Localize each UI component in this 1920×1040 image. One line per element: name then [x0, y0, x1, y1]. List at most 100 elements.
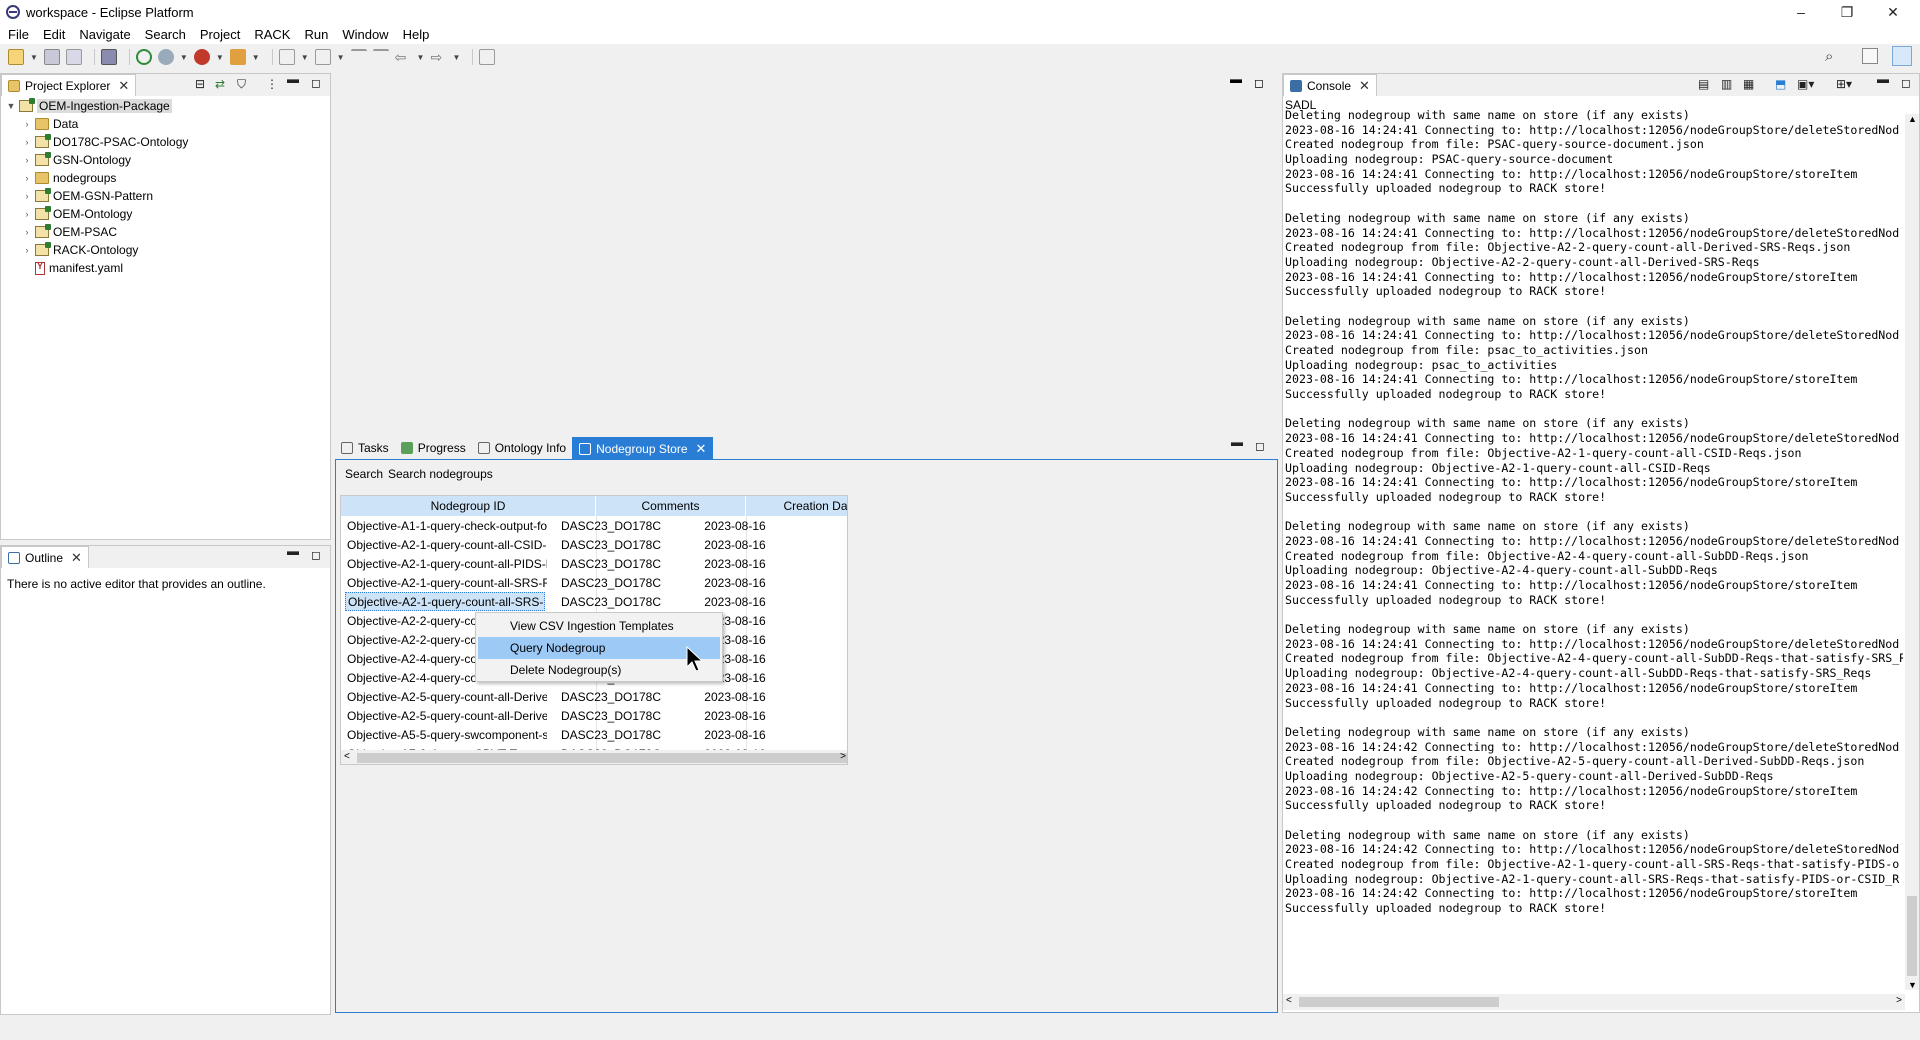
- close-icon[interactable]: ✕: [118, 78, 129, 94]
- tree-root[interactable]: ▼ OEM-Ingestion-Package: [5, 97, 172, 115]
- chevron-right-icon[interactable]: ›: [21, 137, 33, 147]
- column-header-comments[interactable]: Comments: [596, 496, 746, 516]
- table-row[interactable]: Objective-A2-1-query-count-all-PIDS-Reqs…: [341, 554, 847, 573]
- chevron-right-icon[interactable]: ›: [21, 191, 33, 201]
- search-icon[interactable]: ⌕: [1825, 48, 1833, 65]
- scroll-lock-icon[interactable]: ▥: [1721, 77, 1732, 91]
- scrollbar-thumb[interactable]: [357, 753, 847, 763]
- save-icon[interactable]: [43, 49, 60, 65]
- chevron-right-icon[interactable]: ›: [21, 245, 33, 255]
- link-dropdown-icon[interactable]: ▼: [180, 53, 188, 62]
- scrollbar-thumb[interactable]: [1907, 896, 1917, 976]
- chevron-right-icon[interactable]: ›: [21, 155, 33, 165]
- open-console-icon[interactable]: ⊞▾: [1836, 77, 1852, 91]
- menu-search[interactable]: Search: [145, 27, 186, 42]
- view-menu-icon[interactable]: ⋮: [266, 77, 278, 91]
- maximize-button[interactable]: ❐: [1824, 0, 1870, 24]
- scroll-left-icon[interactable]: <: [1286, 995, 1292, 1006]
- prev-annotation-icon[interactable]: [314, 49, 331, 65]
- editor-minimize-icon[interactable]: ▬: [1230, 72, 1242, 86]
- editor-maximize-icon[interactable]: ◻: [1254, 76, 1264, 90]
- scrollbar-thumb[interactable]: [1299, 997, 1499, 1007]
- minimize-view-icon[interactable]: ▬: [1231, 435, 1243, 449]
- filter-icon[interactable]: ⛉: [237, 77, 246, 92]
- menu-rack[interactable]: RACK: [254, 27, 290, 42]
- minimize-view-icon[interactable]: ▬: [287, 72, 299, 86]
- tree-item-nodegroups[interactable]: › nodegroups: [21, 169, 117, 187]
- column-header-creation-data[interactable]: Creation Data: [746, 496, 847, 516]
- maximize-view-icon[interactable]: ◻: [311, 548, 321, 562]
- table-row[interactable]: Objective-A2-5-query-count-all-Derived-S…: [341, 706, 847, 725]
- new-icon[interactable]: [8, 49, 24, 65]
- menu-item-delete-nodegroups[interactable]: Delete Nodegroup(s): [478, 659, 720, 681]
- console-vertical-scrollbar[interactable]: ▲ ▼: [1905, 114, 1919, 990]
- table-row[interactable]: Objective-A5-5-query-swcomponent-subDD..…: [341, 725, 847, 744]
- close-icon[interactable]: ✕: [696, 441, 707, 457]
- scroll-right-icon[interactable]: >: [1896, 995, 1902, 1006]
- chevron-right-icon[interactable]: ›: [21, 209, 33, 219]
- tree-item-rack-ontology[interactable]: › RACK-Ontology: [21, 241, 138, 259]
- menu-project[interactable]: Project: [200, 27, 240, 42]
- next-annotation-dropdown-icon[interactable]: ▼: [301, 53, 309, 62]
- run-dropdown-icon[interactable]: ▼: [216, 53, 224, 62]
- table-row[interactable]: Objective-A2-1-query-count-all-SRS-Reqs D…: [341, 573, 847, 592]
- minimize-button[interactable]: –: [1778, 0, 1824, 24]
- tree-item-gsn-ontology[interactable]: › GSN-Ontology: [21, 151, 131, 169]
- table-row[interactable]: Objective-A2-1-query-count-all-CSID-Reqs…: [341, 535, 847, 554]
- menu-navigate[interactable]: Navigate: [79, 27, 130, 42]
- tab-project-explorer[interactable]: Project Explorer ✕: [1, 74, 137, 96]
- menu-file[interactable]: File: [8, 27, 29, 42]
- menu-item-view-csv-templates[interactable]: View CSV Ingestion Templates: [478, 615, 720, 637]
- tab-outline[interactable]: Outline ✕: [1, 546, 89, 568]
- minimize-view-icon[interactable]: ▬: [1877, 72, 1889, 86]
- tree-item-oem-gsn-pattern[interactable]: › OEM-GSN-Pattern: [21, 187, 153, 205]
- column-header-nodegroup-id[interactable]: Nodegroup ID: [341, 496, 596, 516]
- maximize-view-icon[interactable]: ◻: [311, 76, 321, 90]
- chevron-down-icon[interactable]: ▼: [5, 101, 17, 111]
- maximize-view-icon[interactable]: ◻: [1255, 439, 1265, 453]
- print-icon[interactable]: [100, 49, 117, 65]
- run-icon[interactable]: [193, 49, 210, 65]
- menu-run[interactable]: Run: [304, 27, 328, 42]
- next-annotation-icon[interactable]: [278, 49, 295, 65]
- close-window-button[interactable]: ✕: [1870, 0, 1916, 24]
- tree-item-manifest[interactable]: manifest.yaml: [21, 259, 123, 277]
- last-edit-icon[interactable]: [350, 49, 367, 65]
- menu-edit[interactable]: Edit: [43, 27, 65, 42]
- close-icon[interactable]: ✕: [1359, 78, 1370, 94]
- close-icon[interactable]: ✕: [71, 550, 82, 566]
- menu-help[interactable]: Help: [403, 27, 430, 42]
- menu-window[interactable]: Window: [342, 27, 388, 42]
- table-horizontal-scrollbar[interactable]: < >: [341, 750, 847, 764]
- pin-console-icon[interactable]: ⬒: [1775, 77, 1786, 91]
- tree-item-do178c[interactable]: › DO178C-PSAC-Ontology: [21, 133, 188, 151]
- chevron-right-icon[interactable]: ›: [21, 119, 33, 129]
- forward-icon[interactable]: ⇨: [430, 49, 446, 65]
- scroll-right-icon[interactable]: >: [840, 751, 846, 762]
- scroll-up-icon[interactable]: ▲: [1908, 114, 1917, 124]
- display-console-icon[interactable]: ▣▾: [1797, 77, 1814, 91]
- back-icon[interactable]: ⇦: [395, 49, 411, 65]
- scroll-left-icon[interactable]: <: [344, 751, 350, 762]
- tab-nodegroup-store[interactable]: Nodegroup Store ✕: [572, 437, 714, 459]
- tab-ontology-info[interactable]: Ontology Info: [472, 437, 572, 459]
- tree-item-data[interactable]: › Data: [21, 115, 79, 133]
- maximize-view-icon[interactable]: ◻: [1901, 76, 1911, 90]
- next-edit-icon[interactable]: [372, 49, 389, 65]
- pin-editor-icon[interactable]: [479, 49, 496, 65]
- tab-tasks[interactable]: Tasks: [335, 437, 395, 459]
- tools-icon[interactable]: [229, 49, 246, 65]
- tab-console[interactable]: Console ✕: [1283, 74, 1377, 96]
- minimize-view-icon[interactable]: ▬: [287, 544, 299, 558]
- link-with-editor-icon[interactable]: ⇄: [215, 77, 225, 91]
- new-dropdown-icon[interactable]: ▼: [30, 53, 38, 62]
- console-horizontal-scrollbar[interactable]: < >: [1283, 994, 1905, 1010]
- tree-item-oem-ontology[interactable]: › OEM-Ontology: [21, 205, 132, 223]
- chevron-right-icon[interactable]: ›: [21, 173, 33, 183]
- table-row[interactable]: Objective-A2-1-query-count-all-SRS-Reqs-…: [341, 592, 847, 611]
- resource-perspective-icon[interactable]: [1892, 46, 1912, 66]
- search-input[interactable]: Search nodegroups: [388, 467, 493, 481]
- table-row[interactable]: Objective-A1-1-query-check-output-for-PS…: [341, 516, 847, 535]
- save-all-icon[interactable]: [65, 49, 82, 65]
- open-perspective-icon[interactable]: [1862, 48, 1878, 64]
